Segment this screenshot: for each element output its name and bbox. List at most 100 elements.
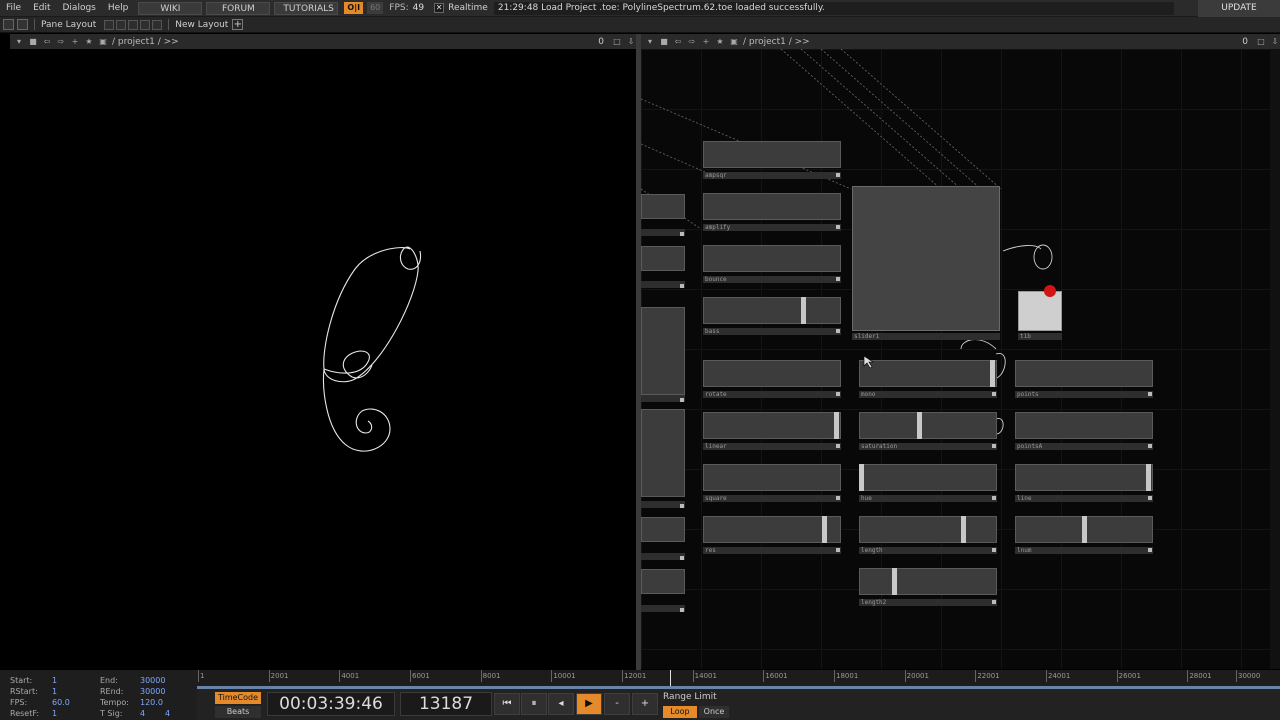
- realtime-checkbox[interactable]: ✕: [434, 3, 445, 13]
- step-minus-button[interactable]: -: [604, 693, 630, 715]
- fps-cap-badge[interactable]: 60: [367, 2, 384, 14]
- small-node[interactable]: t1b: [1018, 285, 1062, 341]
- viewer-pane[interactable]: [10, 49, 636, 669]
- network-path[interactable]: / project1 / >>: [743, 37, 810, 47]
- new-layout-label[interactable]: New Layout: [175, 20, 228, 30]
- update-button[interactable]: UPDATE: [1198, 0, 1280, 17]
- forward-icon[interactable]: ⇨: [56, 37, 66, 47]
- path-icon[interactable]: ▣: [729, 37, 739, 47]
- node-amplify[interactable]: amplify: [703, 193, 841, 232]
- perform-mode-button[interactable]: O|I: [344, 2, 364, 14]
- rend-value[interactable]: 30000: [140, 687, 165, 696]
- timeline-ruler[interactable]: 1 2001 4001 6001 8001 10001 12001 14001 16001 180…: [197, 670, 1280, 686]
- partial-node[interactable]: [641, 569, 685, 612]
- slider-handle[interactable]: [822, 516, 827, 543]
- slider-handle[interactable]: [990, 360, 995, 387]
- layout-split-vertical-icon[interactable]: [116, 19, 127, 30]
- rewind-button[interactable]: ⏮: [494, 693, 520, 715]
- layout-split-horizontal-icon[interactable]: [128, 19, 139, 30]
- node-pointsA[interactable]: pointsA: [1015, 412, 1153, 451]
- menu-file[interactable]: File: [0, 0, 27, 17]
- network-editor[interactable]: slider1 t1b ampsqr amplify bounce bass rotat…: [641, 49, 1270, 669]
- node-hue[interactable]: hue: [859, 464, 997, 503]
- node-line[interactable]: line: [1015, 464, 1153, 503]
- back-icon[interactable]: ⇦: [42, 37, 52, 47]
- partial-node[interactable]: [641, 517, 685, 560]
- slider-handle[interactable]: [801, 297, 806, 324]
- node-saturation[interactable]: saturation: [859, 412, 997, 451]
- step-back-button[interactable]: ◂: [548, 693, 574, 715]
- end-value[interactable]: 30000: [140, 676, 165, 685]
- pin-icon[interactable]: ⇩: [626, 37, 636, 47]
- partial-node[interactable]: [641, 307, 685, 402]
- wiki-button[interactable]: WIKI: [138, 1, 203, 15]
- maximize-icon[interactable]: □: [612, 37, 622, 47]
- tsig-numerator[interactable]: 4: [140, 709, 145, 718]
- anchor-icon[interactable]: [17, 19, 28, 30]
- slider-handle[interactable]: [834, 412, 839, 439]
- slider-handle[interactable]: [1082, 516, 1087, 543]
- forward-icon[interactable]: ⇨: [687, 37, 697, 47]
- start-value[interactable]: 1: [52, 676, 57, 685]
- menu-help[interactable]: Help: [102, 0, 135, 17]
- node-bounce[interactable]: bounce: [703, 245, 841, 284]
- node-ampsqr[interactable]: ampsqr: [703, 141, 841, 180]
- slider-handle[interactable]: [1146, 464, 1151, 491]
- partial-node[interactable]: [641, 246, 685, 288]
- forum-button[interactable]: FORUM: [206, 1, 271, 15]
- frame-display[interactable]: 13187: [400, 692, 492, 716]
- pane-type-icon[interactable]: ■: [659, 37, 669, 47]
- rstart-value[interactable]: 1: [52, 687, 57, 696]
- layout-four-icon[interactable]: [152, 19, 163, 30]
- partial-node[interactable]: [641, 194, 685, 236]
- once-button[interactable]: Once: [699, 706, 729, 718]
- node-lnum[interactable]: lnum: [1015, 516, 1153, 555]
- path-icon[interactable]: ▣: [98, 37, 108, 47]
- pane-menu-icon[interactable]: ▾: [14, 37, 24, 47]
- node-bass[interactable]: bass: [703, 297, 841, 336]
- tsig-denominator[interactable]: 4: [165, 709, 170, 718]
- pin-icon[interactable]: ⇩: [1270, 37, 1280, 47]
- bookmark-star-icon[interactable]: ★: [715, 37, 725, 47]
- playhead[interactable]: [670, 670, 671, 686]
- fps-value[interactable]: 60.0: [52, 698, 70, 707]
- resetf-value[interactable]: 1: [52, 709, 57, 718]
- node-linear[interactable]: linear: [703, 412, 841, 451]
- window-icon[interactable]: [3, 19, 14, 30]
- slider-handle[interactable]: [892, 568, 897, 595]
- pane-menu-icon[interactable]: ▾: [645, 37, 655, 47]
- menu-dialogs[interactable]: Dialogs: [57, 0, 102, 17]
- timecode-mode-button[interactable]: TimeCode: [215, 692, 261, 704]
- node-rotate[interactable]: rotate: [703, 360, 841, 399]
- big-node-slider1[interactable]: slider1: [852, 186, 1000, 341]
- pause-button[interactable]: ⏸: [521, 693, 547, 715]
- play-button[interactable]: ▶: [576, 693, 602, 715]
- bookmark-star-icon[interactable]: ★: [84, 37, 94, 47]
- back-icon[interactable]: ⇦: [673, 37, 683, 47]
- network-scrollbar[interactable]: [1270, 49, 1280, 669]
- maximize-icon[interactable]: □: [1256, 37, 1266, 47]
- menu-edit[interactable]: Edit: [27, 0, 56, 17]
- step-plus-button[interactable]: +: [632, 693, 658, 715]
- add-icon[interactable]: +: [70, 37, 80, 47]
- partial-node[interactable]: [641, 409, 685, 508]
- layout-three-icon[interactable]: [140, 19, 151, 30]
- node-length[interactable]: length: [859, 516, 997, 555]
- network-path[interactable]: / project1 / >>: [112, 37, 179, 47]
- layout-single-icon[interactable]: [104, 19, 115, 30]
- loop-button[interactable]: Loop: [663, 706, 697, 718]
- node-square[interactable]: square: [703, 464, 841, 503]
- add-icon[interactable]: +: [701, 37, 711, 47]
- pane-type-icon[interactable]: ■: [28, 37, 38, 47]
- node-mono[interactable]: mono: [859, 360, 997, 399]
- tempo-value[interactable]: 120.0: [140, 698, 163, 707]
- tutorials-button[interactable]: TUTORIALS: [274, 1, 339, 15]
- add-layout-icon[interactable]: +: [232, 19, 244, 30]
- beats-mode-button[interactable]: Beats: [215, 706, 261, 718]
- node-points[interactable]: points: [1015, 360, 1153, 399]
- timecode-display[interactable]: 00:03:39:46: [267, 692, 395, 716]
- slider-handle[interactable]: [859, 464, 864, 491]
- slider-handle[interactable]: [961, 516, 966, 543]
- node-res[interactable]: res: [703, 516, 841, 555]
- slider-handle[interactable]: [917, 412, 922, 439]
